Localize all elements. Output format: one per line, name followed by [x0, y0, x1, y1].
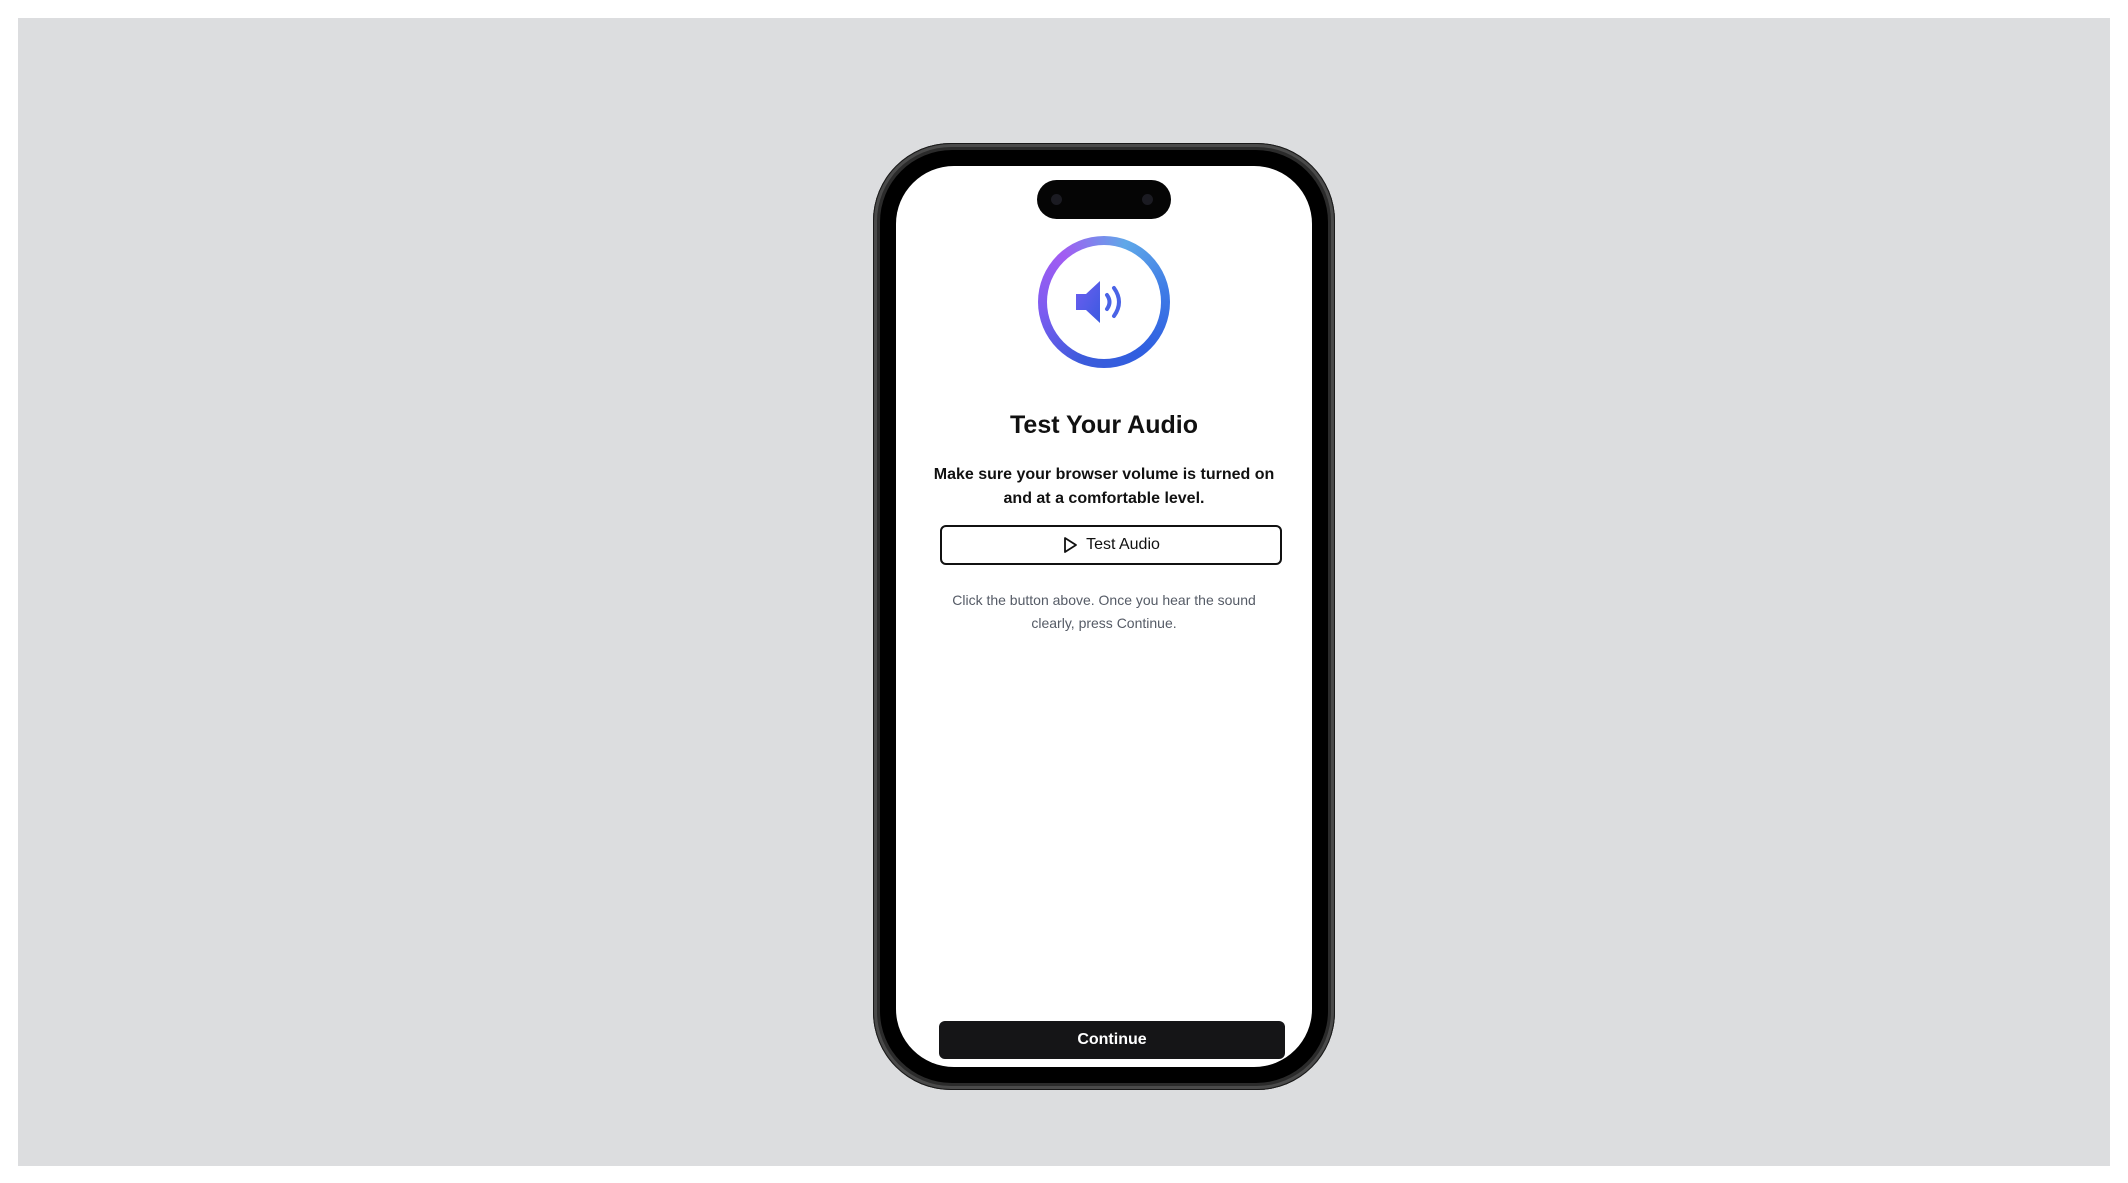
- play-icon: [1064, 537, 1077, 553]
- phone-frame: Test Your Audio Make sure your browser v…: [873, 143, 1335, 1090]
- continue-button-label: Continue: [1077, 1031, 1147, 1048]
- page-background: Test Your Audio Make sure your browser v…: [18, 18, 2110, 1166]
- test-audio-button[interactable]: Test Audio: [940, 525, 1282, 565]
- phone-screen: Test Your Audio Make sure your browser v…: [896, 166, 1312, 1067]
- page-title: Test Your Audio: [1010, 411, 1198, 439]
- sensor-icon: [1051, 194, 1062, 205]
- speaker-icon: [1076, 281, 1121, 323]
- hint-text: Click the button above. Once you hear th…: [952, 592, 1256, 631]
- page-description: Make sure your browser volume is turned …: [933, 466, 1275, 507]
- test-audio-button-label: Test Audio: [1086, 536, 1160, 553]
- phone-bezel: Test Your Audio Make sure your browser v…: [880, 150, 1328, 1083]
- camera-icon: [1142, 194, 1153, 205]
- continue-button[interactable]: Continue: [939, 1021, 1285, 1059]
- dynamic-island: [1037, 180, 1171, 219]
- audio-hero-ring: [1038, 236, 1170, 368]
